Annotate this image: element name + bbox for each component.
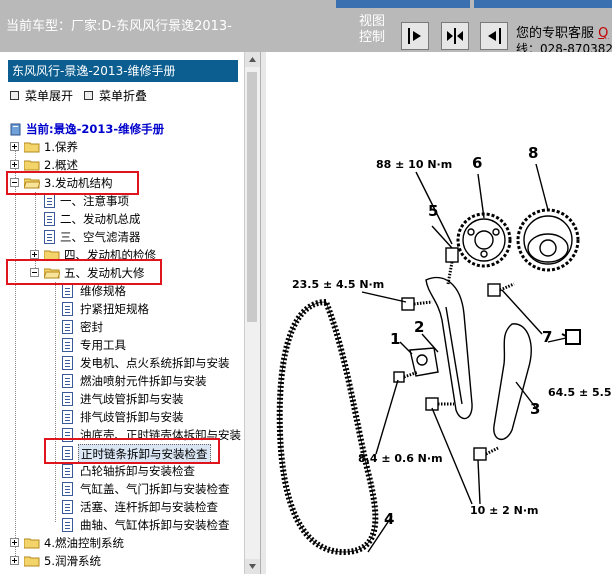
- document-icon: [62, 500, 73, 514]
- highlight-box: [6, 259, 162, 285]
- tree-item-label: 曲轴、气缸体拆卸与安装检查: [80, 518, 230, 532]
- view-control-label: 视图控制: [359, 14, 386, 45]
- document-icon: [62, 320, 73, 334]
- arrow-right-icon: [408, 28, 421, 44]
- expert-service-link[interactable]: Q: [598, 26, 608, 41]
- tree-item-label: 二、发动机总成: [60, 212, 141, 226]
- tree-item-label: 三、空气滤清器: [60, 230, 141, 244]
- arrow-left-icon: [488, 28, 501, 44]
- expand-all-button[interactable]: 菜单展开: [10, 87, 73, 104]
- collapse-icon: [84, 91, 93, 100]
- torque-label: 23.5 ± 4.5 N·m: [292, 278, 385, 291]
- navigation-pane: 东风风行-景逸-2013-维修手册 菜单展开 菜单折叠 当前:景逸-2013-维…: [0, 52, 266, 574]
- tree-item-label: 进气歧管拆卸与安装: [80, 392, 184, 406]
- tree-root-label: 当前:景逸-2013-维修手册: [26, 122, 165, 136]
- timing-chain-diagram: 88 ± 10 N·m 23.5 ± 4.5 N·m 64.5 ± 5.5 8.…: [266, 52, 612, 574]
- document-icon: [62, 482, 73, 496]
- document-icon: [62, 356, 73, 370]
- expand-right-button[interactable]: [401, 22, 429, 50]
- tree-item-label: 排气歧管拆卸与安装: [80, 410, 184, 424]
- expert-service: 您的专职客服 Q: [516, 22, 608, 41]
- timing-chain: [276, 298, 379, 556]
- triangle-down-icon: [249, 564, 256, 569]
- document-icon: [44, 230, 55, 244]
- triangle-up-icon: [249, 57, 256, 62]
- document-icon: [62, 284, 73, 298]
- document-icon: [62, 518, 73, 532]
- collapse-all-label: 菜单折叠: [99, 89, 148, 103]
- part-number: 1: [390, 330, 401, 348]
- expand-toggle-icon[interactable]: [10, 160, 19, 169]
- document-icon: [62, 338, 73, 352]
- expand-toggle-icon[interactable]: [30, 250, 39, 259]
- tree-guide: [55, 282, 56, 522]
- torque-label: 10 ± 2 N·m: [470, 504, 539, 517]
- part-number: 8: [528, 144, 539, 162]
- highlight-box: [44, 438, 220, 464]
- tree-item-label: 专用工具: [80, 338, 126, 352]
- part-number: 5: [428, 202, 439, 220]
- collapse-all-button[interactable]: 菜单折叠: [84, 87, 147, 104]
- phone-number: 线：028-870382: [516, 42, 612, 52]
- book-icon: [10, 123, 21, 136]
- tree-scrollbar[interactable]: [244, 52, 260, 574]
- folder-icon: [24, 142, 40, 153]
- scroll-down-button[interactable]: [245, 559, 260, 574]
- torque-label: 8.4 ± 0.6 N·m: [358, 452, 443, 465]
- torque-label: 88 ± 10 N·m: [376, 158, 453, 171]
- folder-icon: [24, 556, 40, 567]
- tree-guide: [15, 148, 16, 562]
- document-icon: [62, 392, 73, 406]
- document-icon: [62, 410, 73, 424]
- document-icon: [62, 374, 73, 388]
- tree-item-label: 凸轮轴拆卸与安装检查: [80, 464, 195, 478]
- part-number: 2: [414, 318, 425, 336]
- part-number: 7: [542, 328, 553, 346]
- top-accent-strip: [336, 0, 470, 8]
- folder-icon: [24, 160, 40, 171]
- tree-item-label: 4.燃油控制系统: [44, 536, 124, 550]
- highlight-box: [6, 171, 139, 195]
- document-icon: [44, 194, 55, 208]
- expand-icon: [10, 91, 19, 100]
- split-arrows-icon: [447, 28, 463, 44]
- scroll-up-button[interactable]: [245, 52, 260, 67]
- tree-item-label: 气缸盖、气门拆卸与安装检查: [80, 482, 230, 496]
- tree-item-label: 密封: [80, 320, 103, 334]
- diagram-drawing: [276, 163, 581, 556]
- expand-all-label: 菜单展开: [25, 89, 74, 103]
- top-accent-strip-right: [474, 0, 612, 8]
- tree-item-label: 1.保养: [44, 140, 78, 154]
- scroll-thumb[interactable]: [247, 72, 257, 322]
- current-model-label: 当前车型：厂家:D-东风风行景逸2013-: [6, 19, 232, 34]
- part-number: 3: [530, 400, 541, 418]
- expand-toggle-icon[interactable]: [10, 556, 19, 565]
- split-view-button[interactable]: [441, 22, 469, 50]
- document-icon: [62, 464, 73, 478]
- folder-icon: [24, 538, 40, 549]
- tree-item-label: 5.润滑系统: [44, 554, 101, 568]
- expert-service-text: 您的专职客服: [516, 26, 595, 41]
- expand-left-button[interactable]: [480, 22, 508, 50]
- torque-label: 64.5 ± 5.5: [548, 386, 612, 399]
- bolt-5: [445, 247, 459, 285]
- expand-toggle-icon[interactable]: [10, 538, 19, 547]
- top-toolbar: 当前车型：厂家:D-东风风行景逸2013- 视图控制 您的专职客服 Q 线：02…: [0, 0, 612, 52]
- document-icon: [44, 212, 55, 226]
- tree-item-label: 发电机、点火系统拆卸与安装: [80, 356, 230, 370]
- tree-item-label: 拧紧扭矩规格: [80, 302, 149, 316]
- manual-title: 东风风行-景逸-2013-维修手册: [8, 60, 238, 82]
- document-icon: [62, 302, 73, 316]
- part-number: 6: [472, 154, 483, 172]
- part-number: 4: [384, 510, 395, 528]
- expand-toggle-icon[interactable]: [10, 142, 19, 151]
- tree-item-label: 活塞、连杆拆卸与安装检查: [80, 500, 218, 514]
- tree-item-label: 燃油喷射元件拆卸与安装: [80, 374, 207, 388]
